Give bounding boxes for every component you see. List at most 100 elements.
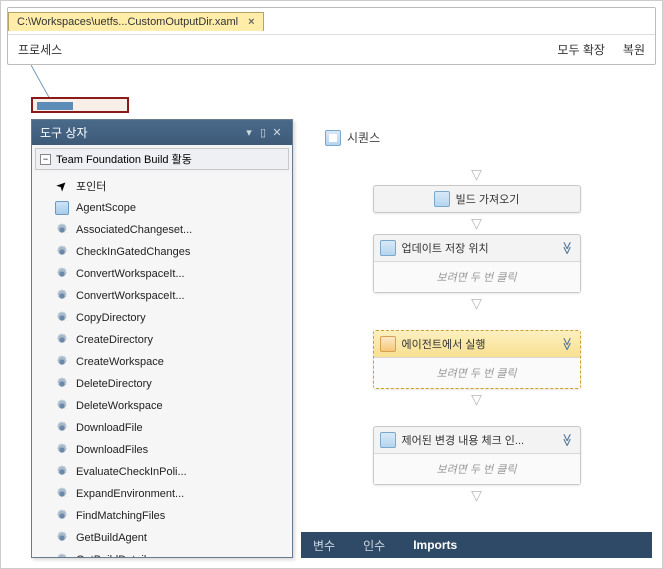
tool-item[interactable]: AgentScope: [32, 197, 292, 219]
pin-icon[interactable]: ▯: [256, 126, 270, 139]
tool-item[interactable]: FindMatchingFiles: [32, 505, 292, 527]
tool-item-label: DeleteWorkspace: [76, 400, 163, 412]
activity-label: 에이전트에서 실행: [402, 336, 486, 352]
gear-icon: [54, 486, 70, 502]
sequence-icon: [325, 130, 341, 146]
tool-item[interactable]: ➤포인터: [32, 175, 292, 197]
flow-arrow-icon: ▽: [471, 215, 482, 232]
flow-arrow-icon: ▽: [471, 487, 482, 504]
close-icon[interactable]: ×: [248, 16, 254, 28]
chevron-down-icon[interactable]: ≫: [559, 433, 575, 447]
tool-item[interactable]: GetBuildDetail: [32, 549, 292, 557]
tool-item-label: CheckInGatedChanges: [76, 246, 190, 258]
overview-thumbnail: [31, 97, 129, 113]
tool-item[interactable]: CreateWorkspace: [32, 351, 292, 373]
tool-item-label: GetBuildAgent: [76, 532, 147, 544]
gear-icon: [54, 310, 70, 326]
gear-icon: [54, 376, 70, 392]
activity-hint: 보려면 두 번 클릭: [374, 261, 580, 292]
designer-surface: 시퀀스 ▽ 빌드 가져오기 ▽ 업데이트 저장 위치 ≫ 보려면 두 번 클릭 ▽ 에이전트에…: [301, 97, 652, 558]
tool-item-label: 포인터: [76, 178, 106, 194]
activity-icon: [380, 240, 396, 256]
gear-icon: [54, 442, 70, 458]
activity-header[interactable]: 에이전트에서 실행 ≫: [374, 331, 580, 357]
tool-item-label: CopyDirectory: [76, 312, 146, 324]
sequence-header[interactable]: 시퀀스: [323, 125, 634, 150]
tool-item[interactable]: CopyDirectory: [32, 307, 292, 329]
activity[interactable]: 에이전트에서 실행≫보려면 두 번 클릭: [373, 330, 581, 389]
toolbox-titlebar[interactable]: 도구 상자 ▾ ▯ ✕: [32, 120, 292, 145]
tool-item[interactable]: DeleteWorkspace: [32, 395, 292, 417]
activity-label: 업데이트 저장 위치: [402, 240, 489, 256]
tool-item[interactable]: GetBuildAgent: [32, 527, 292, 549]
activity[interactable]: 제어된 변경 내용 체크 인... ≫ 보려면 두 번 클릭: [373, 426, 581, 485]
breadcrumb-root[interactable]: 프로세스: [18, 41, 557, 58]
activity-label: 빌드 가져오기: [456, 191, 520, 207]
activity-header[interactable]: 업데이트 저장 위치 ≫: [374, 235, 580, 261]
tab-strip: C:\Workspaces\uetfs...CustomOutputDir.xa…: [8, 8, 655, 34]
flow-arrow-icon: ▽: [471, 391, 482, 408]
tool-item-label: CreateDirectory: [76, 334, 153, 346]
chevron-down-icon[interactable]: ≫: [559, 337, 575, 351]
gear-icon: [54, 332, 70, 348]
breadcrumb-bar: 프로세스 모두 확장 복원: [8, 34, 655, 64]
activity[interactable]: 업데이트 저장 위치 ≫ 보려면 두 번 클릭: [373, 234, 581, 293]
tool-item[interactable]: ExpandEnvironment...: [32, 483, 292, 505]
tool-item-label: EvaluateCheckInPoli...: [76, 466, 187, 478]
tool-item[interactable]: DeleteDirectory: [32, 373, 292, 395]
tool-item-label: AssociatedChangeset...: [76, 224, 192, 236]
flow-arrow-icon: ▽: [471, 166, 482, 183]
tab-variables[interactable]: 변수: [313, 537, 335, 554]
tool-item-label: DownloadFile: [76, 422, 143, 434]
activity-icon: [434, 191, 450, 207]
toolbox-panel: 도구 상자 ▾ ▯ ✕ − Team Foundation Build 활동 ➤…: [31, 119, 293, 558]
tool-item[interactable]: ConvertWorkspaceIt...: [32, 285, 292, 307]
tool-item[interactable]: EvaluateCheckInPoli...: [32, 461, 292, 483]
gear-icon: [54, 530, 70, 546]
gear-icon: [54, 398, 70, 414]
expand-all-button[interactable]: 모두 확장: [557, 41, 605, 58]
tool-item[interactable]: DownloadFiles: [32, 439, 292, 461]
toolbox-group-label: Team Foundation Build 활동: [56, 151, 192, 167]
tool-item[interactable]: ConvertWorkspaceIt...: [32, 263, 292, 285]
toolbox-title-label: 도구 상자: [40, 124, 242, 141]
tool-item[interactable]: CreateDirectory: [32, 329, 292, 351]
gear-icon: [54, 266, 70, 282]
tab-title: C:\Workspaces\uetfs...CustomOutputDir.xa…: [17, 16, 238, 28]
tool-item-label: AgentScope: [76, 202, 136, 214]
activity-hint: 보려면 두 번 클릭: [374, 453, 580, 484]
tab-imports[interactable]: Imports: [413, 538, 457, 552]
toolbox-group-header[interactable]: − Team Foundation Build 활동: [35, 148, 289, 170]
tool-item-label: ConvertWorkspaceIt...: [76, 268, 185, 280]
gear-icon: [54, 552, 70, 557]
top-bar: C:\Workspaces\uetfs...CustomOutputDir.xa…: [7, 7, 656, 65]
gear-icon: [54, 222, 70, 238]
activity-header[interactable]: 제어된 변경 내용 체크 인... ≫: [374, 427, 580, 453]
gear-icon: [54, 288, 70, 304]
tool-item[interactable]: DownloadFile: [32, 417, 292, 439]
tool-item-label: FindMatchingFiles: [76, 510, 165, 522]
tab-arguments[interactable]: 인수: [363, 537, 385, 554]
gear-icon: [54, 354, 70, 370]
tool-item-label: CreateWorkspace: [76, 356, 164, 368]
scope-icon: [54, 200, 70, 216]
restore-button[interactable]: 복원: [623, 41, 645, 58]
main-area: 도구 상자 ▾ ▯ ✕ − Team Foundation Build 활동 ➤…: [31, 97, 652, 558]
dropdown-icon[interactable]: ▾: [242, 126, 256, 139]
file-tab[interactable]: C:\Workspaces\uetfs...CustomOutputDir.xa…: [8, 12, 264, 31]
activity-label: 제어된 변경 내용 체크 인...: [402, 432, 525, 448]
gear-icon: [54, 508, 70, 524]
activity[interactable]: 빌드 가져오기: [373, 185, 581, 213]
tool-item[interactable]: AssociatedChangeset...: [32, 219, 292, 241]
collapse-icon[interactable]: −: [40, 154, 51, 165]
activity-header[interactable]: 빌드 가져오기: [374, 186, 580, 212]
chevron-down-icon[interactable]: ≫: [559, 241, 575, 255]
bottom-tabs: 변수 인수 Imports: [301, 532, 652, 558]
tool-item-label: ExpandEnvironment...: [76, 488, 184, 500]
close-icon[interactable]: ✕: [270, 126, 284, 139]
tool-item[interactable]: CheckInGatedChanges: [32, 241, 292, 263]
design-canvas[interactable]: 시퀀스 ▽ 빌드 가져오기 ▽ 업데이트 저장 위치 ≫ 보려면 두 번 클릭 ▽ 에이전트에…: [301, 97, 652, 532]
toolbox-list: ➤포인터 AgentScope AssociatedChangeset... Chec…: [32, 173, 292, 557]
tool-item-label: ConvertWorkspaceIt...: [76, 290, 185, 302]
activity-icon: [380, 336, 396, 352]
